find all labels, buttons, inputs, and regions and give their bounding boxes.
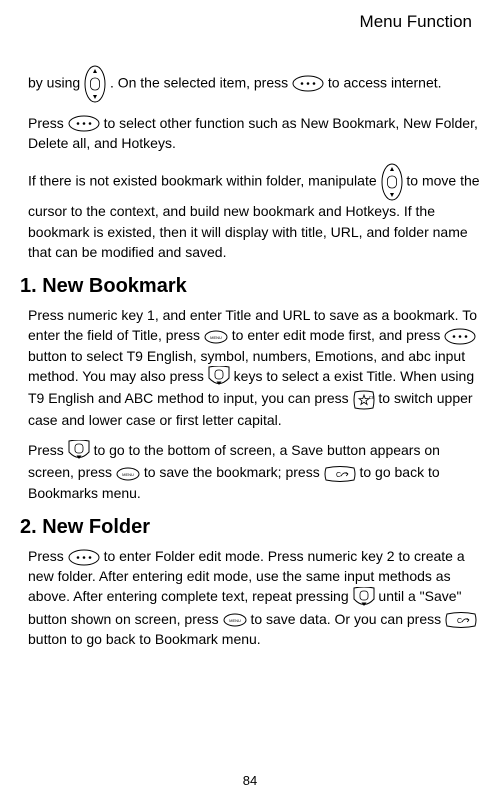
down-key-icon <box>68 440 90 462</box>
page-content: by using . On the selected item, press t… <box>20 65 480 650</box>
section1-paragraph-1: Press numeric key 1, and enter Title and… <box>28 305 480 430</box>
section-heading-new-folder: 2. New Folder <box>20 513 480 542</box>
nav-key-icon <box>381 163 403 201</box>
text: If there is not existed bookmark within … <box>28 173 381 189</box>
clear-key-icon <box>324 465 356 483</box>
text: to save data. Or you can press <box>250 611 445 627</box>
text: Press <box>28 548 68 564</box>
text: button to go back to Bookmark menu. <box>28 631 261 647</box>
menu-key-icon <box>292 75 324 92</box>
down-key-icon <box>208 366 230 388</box>
menu-key-icon <box>116 467 140 481</box>
menu-key-icon <box>68 115 100 132</box>
menu-key-icon <box>204 330 228 344</box>
page-header: Menu Function <box>20 10 480 35</box>
text: Press <box>28 115 68 131</box>
section1-paragraph-2: Press to go to the bottom of screen, a S… <box>28 440 480 503</box>
text: . On the selected item, press <box>110 74 292 90</box>
star-key-icon <box>353 390 375 410</box>
menu-key-icon <box>444 328 476 345</box>
section-heading-new-bookmark: 1. New Bookmark <box>20 272 480 301</box>
intro-paragraph-2: Press to select other function such as N… <box>28 113 480 154</box>
nav-key-icon <box>84 65 106 103</box>
intro-paragraph-3: If there is not existed bookmark within … <box>28 163 480 262</box>
menu-key-icon <box>68 549 100 566</box>
section2-paragraph-1: Press to enter Folder edit mode. Press n… <box>28 546 480 649</box>
page-number: 84 <box>0 772 500 791</box>
text: to enter edit mode first, and press <box>232 327 441 343</box>
clear-key-icon <box>445 611 477 629</box>
text: Press <box>28 442 64 458</box>
header-title: Menu Function <box>360 12 472 31</box>
menu-key-icon <box>223 613 247 627</box>
down-key-icon <box>353 587 375 609</box>
intro-paragraph-1: by using . On the selected item, press t… <box>28 65 480 103</box>
text: to save the bookmark; press <box>144 464 324 480</box>
text: to access internet. <box>328 74 442 90</box>
text: by using <box>28 74 84 90</box>
